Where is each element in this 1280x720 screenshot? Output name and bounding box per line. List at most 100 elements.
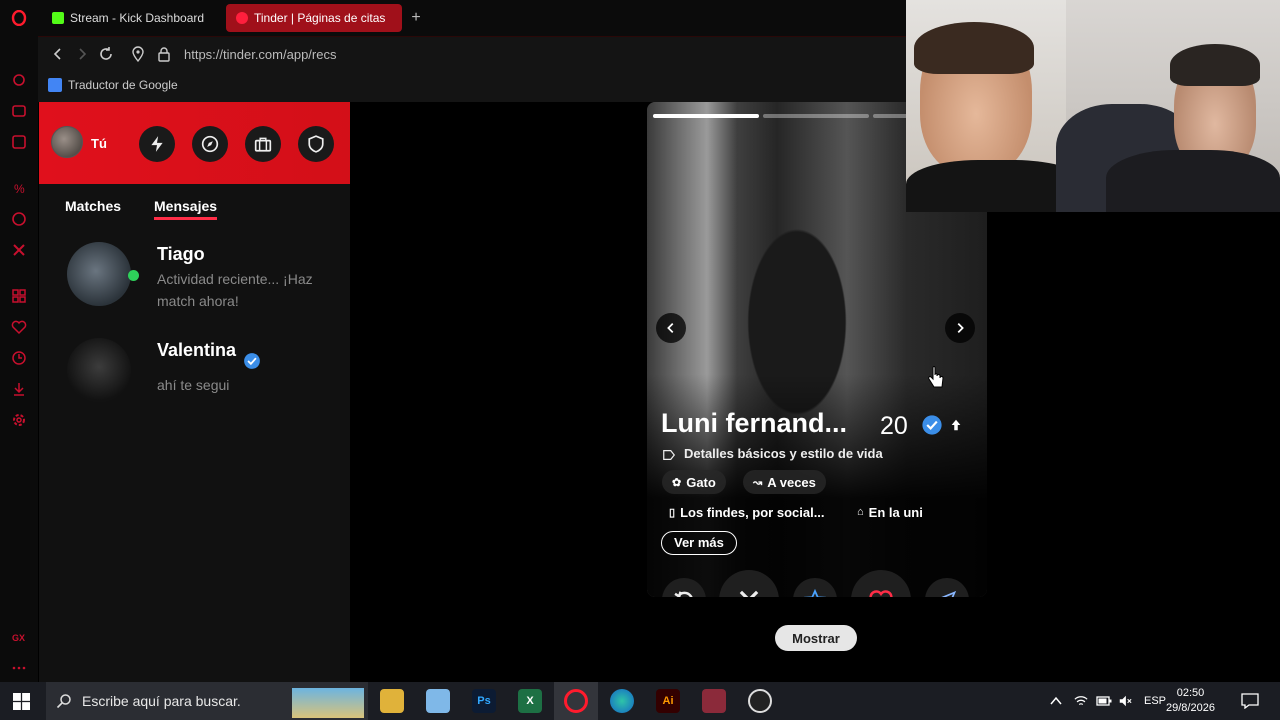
obs-icon[interactable] — [748, 689, 772, 713]
excel-icon[interactable]: X — [518, 689, 542, 713]
heart-icon[interactable] — [9, 317, 29, 337]
opera-gx-icon[interactable] — [564, 689, 588, 713]
avatar — [67, 338, 131, 402]
photo-progress — [763, 114, 869, 118]
messenger-icon[interactable] — [9, 132, 29, 152]
svg-text:%: % — [14, 182, 25, 196]
kick-icon — [52, 12, 64, 24]
chip-pet: ✿ Gato — [662, 470, 726, 494]
taskbar: Escribe aquí para buscar. Ps X Ai ESP 02… — [0, 682, 1280, 720]
profile-label[interactable]: Tú — [91, 136, 107, 151]
more-icon[interactable] — [9, 658, 29, 678]
conversation-item[interactable]: Valentina ahí te segui — [39, 328, 350, 414]
x-icon[interactable] — [9, 240, 29, 260]
tab-kick[interactable]: Stream - Kick Dashboard — [42, 4, 222, 32]
avatar[interactable] — [51, 126, 83, 158]
history-icon[interactable] — [9, 348, 29, 368]
opera-sidebar: % GX — [0, 0, 38, 682]
language-indicator[interactable]: ESP — [1144, 695, 1166, 707]
conversation-item[interactable]: Tiago Actividad reciente... ¡Haz match a… — [39, 232, 350, 318]
search-highlight-image — [292, 688, 364, 718]
message-preview: Actividad reciente... ¡Haz match ahora! — [157, 271, 313, 309]
windows-start-icon[interactable] — [13, 693, 30, 710]
heart-icon — [869, 590, 893, 597]
compass-icon — [201, 135, 219, 153]
glass-icon: ↝ — [753, 476, 763, 489]
next-photo-button[interactable] — [945, 313, 975, 343]
photoshop-icon[interactable]: Ps — [472, 689, 496, 713]
notification-icon[interactable] — [1241, 693, 1259, 709]
tab-tinder[interactable]: Tinder | Páginas de citas — [226, 4, 402, 32]
new-tab-button[interactable]: + — [406, 8, 426, 28]
reload-icon[interactable] — [98, 46, 114, 62]
search-icon — [56, 694, 71, 709]
download-icon[interactable] — [9, 379, 29, 399]
speed-dial-icon[interactable] — [9, 286, 29, 306]
cat-icon: ✿ — [672, 476, 682, 489]
avatar — [67, 242, 131, 306]
chevron-up-icon[interactable] — [1050, 696, 1062, 706]
contact-name: Tiago — [157, 244, 205, 264]
verified-icon — [922, 415, 942, 435]
tag-icon — [663, 450, 676, 460]
file-explorer-icon[interactable] — [380, 689, 404, 713]
streamer-hair — [914, 22, 1034, 74]
volume-muted-icon[interactable] — [1118, 694, 1132, 708]
boost-button[interactable] — [139, 126, 175, 162]
chip-label: Gato — [686, 474, 716, 490]
illustrator-icon[interactable]: Ai — [656, 689, 680, 713]
safety-button[interactable] — [298, 126, 334, 162]
lightning-icon — [151, 136, 163, 152]
close-icon — [739, 590, 759, 597]
send-icon — [941, 590, 957, 597]
rewind-icon — [674, 591, 693, 597]
message-preview: ahí te segui — [157, 377, 230, 393]
see-more-button[interactable]: Ver más — [661, 531, 737, 555]
player-icon[interactable] — [9, 101, 29, 121]
chip-label: Los findes, por social... — [680, 504, 825, 520]
percent-icon[interactable]: % — [9, 178, 29, 198]
chevron-right-icon — [957, 323, 964, 333]
guest-shirt — [1106, 150, 1280, 212]
tab-matches[interactable]: Matches — [65, 198, 121, 214]
edge-icon[interactable] — [610, 689, 634, 713]
bookmark-google-translate[interactable]: Traductor de Google — [48, 78, 178, 92]
taskbar-search-box[interactable]: Escribe aquí para buscar. — [46, 682, 368, 720]
winrar-icon[interactable] — [702, 689, 726, 713]
address-bar: https://tinder.com/app/recs — [38, 36, 906, 70]
work-button[interactable] — [245, 126, 281, 162]
previous-photo-button[interactable] — [656, 313, 686, 343]
tab-bar: Stream - Kick Dashboard Tinder | Páginas… — [38, 0, 906, 36]
notepad-icon[interactable] — [426, 689, 450, 713]
online-indicator — [128, 270, 139, 281]
opera-logo-icon[interactable] — [9, 8, 29, 28]
graduation-cap-icon: ⌂ — [857, 506, 864, 518]
clock-date: 29/8/2026 — [1166, 702, 1215, 714]
forward-icon[interactable] — [74, 46, 90, 62]
explore-button[interactable] — [192, 126, 228, 162]
aria-icon[interactable] — [9, 70, 29, 90]
verified-icon — [244, 353, 260, 369]
arrow-up-icon[interactable] — [949, 418, 963, 432]
tinder-sidebar: Tú Matches Mensajes Tiago Actividad reci… — [39, 102, 350, 682]
url-field[interactable]: https://tinder.com/app/recs — [184, 47, 336, 62]
location-icon[interactable] — [130, 46, 146, 62]
bookmarks-bar: Traductor de Google — [38, 70, 906, 102]
clock-time: 02:50 — [1176, 687, 1205, 699]
tab-label: Stream - Kick Dashboard — [70, 11, 205, 25]
details-heading: Detalles básicos y estilo de vida — [684, 446, 883, 461]
clock[interactable]: 02:50 29/8/2026 — [1166, 686, 1215, 716]
whatsapp-icon[interactable] — [9, 209, 29, 229]
profile-age: 20 — [880, 412, 908, 440]
wifi-icon[interactable] — [1074, 694, 1088, 708]
back-icon[interactable] — [50, 46, 66, 62]
gx-icon[interactable]: GX — [9, 627, 29, 647]
active-tab-indicator — [154, 217, 217, 220]
tab-messages[interactable]: Mensajes — [154, 198, 217, 214]
hand-cursor-icon — [928, 366, 944, 388]
svg-text:GX: GX — [12, 633, 25, 643]
battery-icon[interactable] — [1096, 694, 1112, 708]
guest-hair — [1170, 44, 1260, 86]
lock-icon[interactable] — [156, 46, 172, 62]
settings-icon[interactable] — [9, 410, 29, 430]
